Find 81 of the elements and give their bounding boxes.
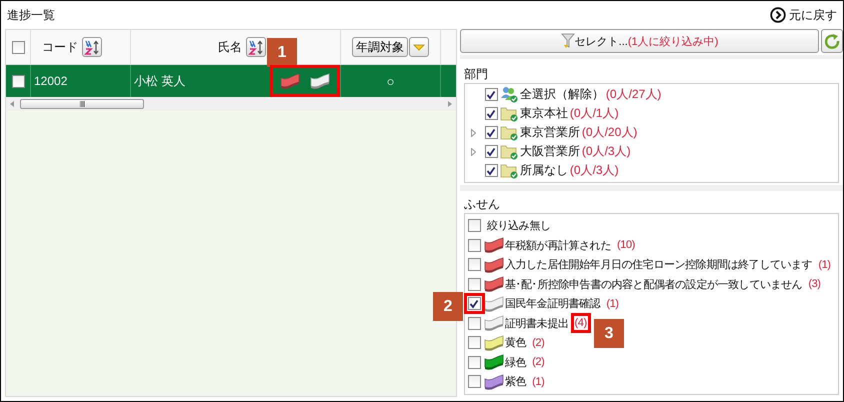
checkbox[interactable]: [484, 88, 498, 101]
folder-icon: [500, 162, 518, 179]
sticky-note-item[interactable]: 緑色: [504, 354, 526, 370]
count-label: (1): [818, 258, 831, 271]
folder-icon: [500, 124, 518, 141]
checkbox[interactable]: [468, 375, 481, 388]
caret-icon: [413, 44, 425, 50]
checkbox[interactable]: [468, 238, 481, 252]
sticky-note-item[interactable]: 国民年金証明書確認: [504, 296, 600, 312]
highlight-frame: [570, 313, 591, 334]
section-heading: 部門: [464, 66, 489, 83]
dropdown-button[interactable]: [409, 37, 429, 57]
folder-icon: [500, 105, 518, 122]
tree-item[interactable]: 所属なし: [520, 162, 568, 179]
sticky-note-item[interactable]: 年税額が再計算された: [504, 238, 611, 253]
chevron-circle-icon: [770, 7, 786, 23]
filter-button[interactable]: 年調対象: [352, 37, 408, 57]
tree-item[interactable]: 大阪営業所: [520, 143, 580, 160]
sort-icon: [84, 40, 100, 54]
group-icon: [500, 86, 518, 103]
count-label: (10): [616, 239, 635, 252]
sticky-note-item[interactable]: 紫色: [504, 374, 526, 390]
callout-badge: 1: [267, 38, 297, 67]
count-label: (0人/20人): [582, 124, 638, 141]
column-header: コード: [42, 38, 78, 56]
table-cell: ○: [386, 74, 394, 88]
table-cell: 小松 英人: [134, 72, 186, 90]
count-label: (2): [532, 336, 544, 349]
checkbox[interactable]: [12, 40, 24, 54]
sticky-note-item[interactable]: 絞り込み無し: [486, 218, 551, 234]
callout-badge: 2: [433, 292, 463, 321]
sticky-note-item[interactable]: 基･配･所控除申告書の内容と配偶者の設定が一致していません: [504, 276, 802, 292]
grip-icon: [80, 101, 84, 107]
tree-item[interactable]: 東京営業所: [520, 124, 580, 141]
count-label: (1): [532, 376, 544, 388]
funnel-icon: [560, 33, 575, 49]
sticky-note-item[interactable]: 黄色: [504, 335, 526, 350]
checkbox[interactable]: [468, 356, 481, 369]
callout-badge: 3: [594, 319, 624, 348]
checkbox[interactable]: [468, 336, 481, 350]
sort-button[interactable]: [82, 37, 102, 57]
sticky-note-item[interactable]: 証明書未提出: [504, 316, 569, 331]
table-cell: 12002: [34, 74, 68, 88]
checkbox[interactable]: [468, 258, 481, 272]
checkbox[interactable]: [468, 297, 481, 310]
checkbox[interactable]: [468, 219, 481, 232]
checkbox[interactable]: [12, 74, 24, 88]
refresh-button[interactable]: [821, 29, 843, 53]
section-heading: ふせん: [464, 196, 501, 213]
folder-icon: [500, 143, 518, 160]
left-arrow-icon: [10, 101, 14, 107]
checkbox[interactable]: [468, 278, 481, 291]
count-label: (1): [606, 298, 619, 310]
tree-item[interactable]: 全選択（解除）: [520, 86, 604, 103]
refresh-icon: [824, 34, 840, 48]
checkbox[interactable]: [484, 145, 498, 158]
count-label: (4): [574, 317, 587, 330]
scrollbar-thumb[interactable]: [20, 99, 144, 109]
sticky-note-item[interactable]: 入力した居住開始年月日の住宅ローン控除期間は終了しています: [504, 257, 812, 272]
highlight-frame: [464, 293, 485, 314]
sort-icon: [248, 40, 264, 54]
count-label: (0人/3人): [570, 162, 619, 179]
horizontal-scrollbar[interactable]: [6, 97, 456, 111]
checkbox[interactable]: [484, 107, 498, 120]
checkbox[interactable]: [484, 164, 498, 177]
highlight-frame: [270, 65, 340, 97]
table-row[interactable]: 12002 小松 英人 ○: [6, 65, 456, 97]
count-label: (3): [808, 278, 821, 290]
column-header: 氏名: [218, 38, 242, 56]
checkbox[interactable]: [468, 316, 481, 330]
page-title: 進捗一覧: [7, 6, 55, 24]
back-link[interactable]: 元に戻す: [770, 6, 837, 24]
count-label: (0人/27人): [606, 86, 662, 103]
count-label: (0人/3人): [582, 143, 631, 160]
count-label: (2): [532, 356, 544, 368]
right-arrow-icon: [448, 101, 452, 107]
select-button[interactable]: セレクト...(1人に絞り込み中): [460, 29, 819, 53]
tree-item[interactable]: 東京本社: [520, 105, 568, 122]
count-label: (0人/1人): [570, 105, 619, 122]
sort-button[interactable]: [246, 37, 266, 57]
checkbox[interactable]: [484, 126, 498, 139]
